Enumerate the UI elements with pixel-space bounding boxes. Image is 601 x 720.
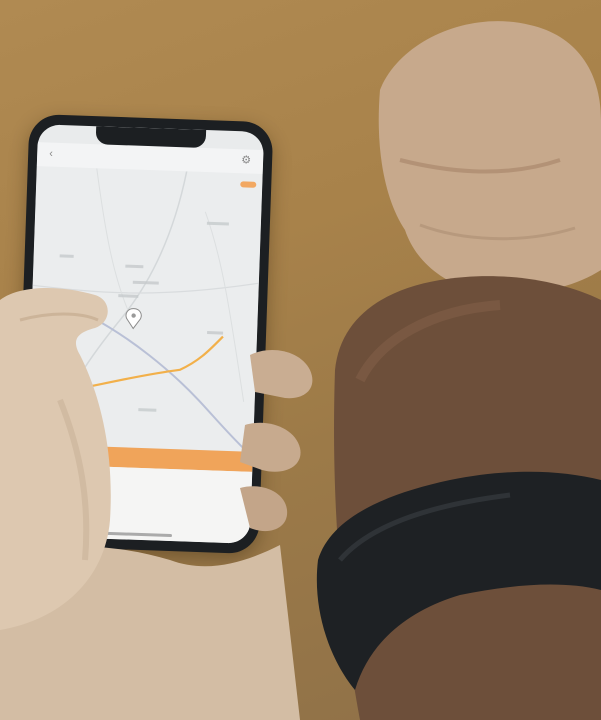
record-chip[interactable] — [240, 181, 257, 188]
chevron-left-icon[interactable]: ‹ — [49, 148, 53, 160]
phone-notch — [95, 126, 207, 149]
map-view[interactable] — [27, 166, 263, 452]
smartphone: ‹ ⚙ — [14, 113, 274, 555]
gear-icon[interactable]: ⚙ — [241, 153, 251, 166]
upper-hand-fist — [378, 21, 601, 294]
photo-scene: ‹ ⚙ — [0, 0, 601, 720]
bottom-panel — [23, 463, 253, 544]
map-canvas[interactable] — [27, 166, 263, 452]
home-indicator — [101, 531, 173, 538]
panel-description — [40, 480, 238, 487]
phone-screen: ‹ ⚙ — [23, 124, 265, 544]
nav-title — [37, 149, 263, 157]
